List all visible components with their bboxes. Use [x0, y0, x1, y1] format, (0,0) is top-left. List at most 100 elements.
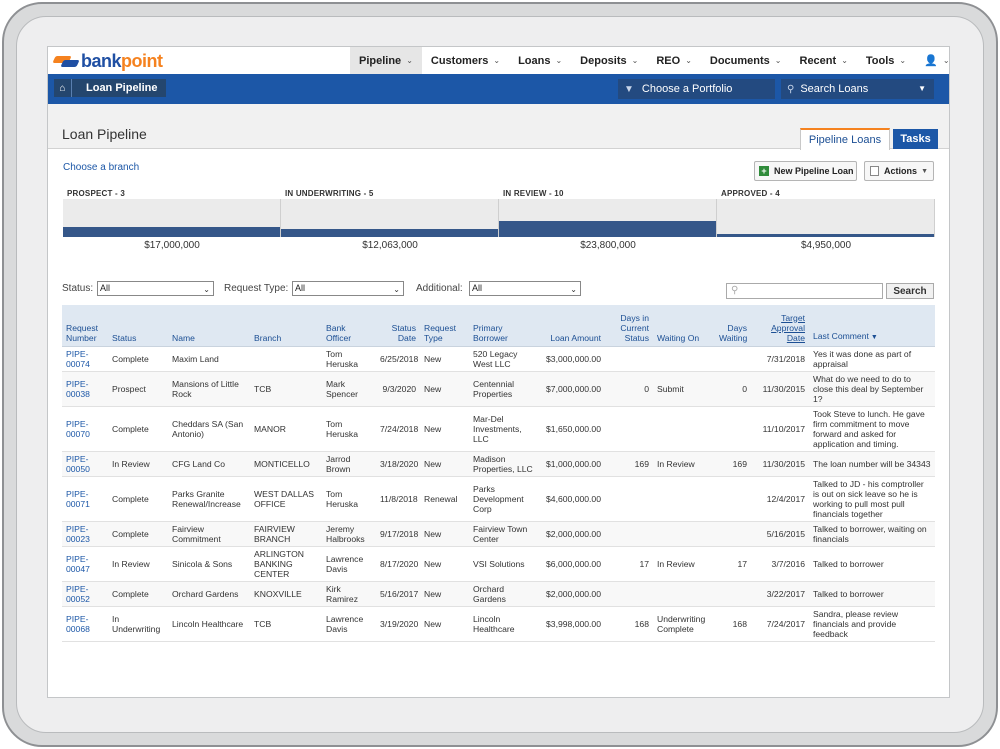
search-loans-box[interactable]: ⚲ Search Loans ▼ — [781, 79, 934, 99]
table-row[interactable]: PIPE-00050 In Review CFG Land Co MONTICELLO… — [62, 451, 935, 477]
table-cell: Sandra, please review financials and pro… — [809, 606, 935, 642]
table-cell: Complete — [108, 581, 168, 607]
bankpoint-logo[interactable]: bankpoint — [52, 51, 163, 71]
stage-column[interactable]: APPROVED - 4 $4,950,000 — [717, 188, 935, 252]
stage-column[interactable]: IN UNDERWRITING - 5 $12,063,000 — [281, 188, 499, 252]
chevron-down-icon: ▼ — [921, 168, 928, 175]
new-pipeline-loan-button[interactable]: + New Pipeline Loan — [754, 161, 857, 181]
request-number-link[interactable]: PIPE-00052 — [62, 581, 108, 607]
column-header[interactable]: Last Comment ▼ — [809, 305, 935, 347]
request-number-link[interactable]: PIPE-00070 — [62, 406, 108, 452]
table-cell: KNOXVILLE — [250, 581, 322, 607]
column-header[interactable]: Days in Current Status — [605, 305, 653, 347]
menu-item[interactable]: Documents ⌄ — [701, 47, 791, 74]
column-header[interactable]: Request Number — [62, 305, 108, 347]
menu-item[interactable]: Customers ⌄ — [422, 47, 509, 74]
chevron-down-icon: ⌄ — [493, 56, 501, 65]
table-cell: $7,000,000.00 — [541, 371, 605, 407]
table-cell: 9/17/2018 — [376, 521, 420, 547]
menu-item[interactable]: REO ⌄ — [647, 47, 701, 74]
table-row[interactable]: PIPE-00052 Complete Orchard Gardens KNOXVIL… — [62, 581, 935, 607]
menu-item-label: Documents — [709, 54, 770, 67]
table-row[interactable]: PIPE-00038 Prospect Mansions of Little Roc… — [62, 371, 935, 407]
column-header[interactable]: Name — [168, 305, 250, 347]
table-cell: Tom Heruska — [322, 476, 376, 522]
menu-item[interactable]: Tools ⌄ — [857, 47, 915, 74]
request-number-link[interactable]: PIPE-00074 — [62, 346, 108, 372]
table-cell — [715, 521, 751, 547]
table-cell: 7/24/2018 — [376, 406, 420, 452]
request-number-link[interactable]: PIPE-00050 — [62, 451, 108, 477]
table-cell — [715, 346, 751, 372]
table-cell: In Review — [108, 546, 168, 582]
table-cell: $1,650,000.00 — [541, 406, 605, 452]
menu-item-label: REO — [656, 54, 681, 67]
stage-column[interactable]: PROSPECT - 3 $17,000,000 — [63, 188, 281, 252]
sort-desc-icon[interactable]: ▼ — [871, 334, 878, 341]
request-number-link[interactable]: PIPE-00023 — [62, 521, 108, 547]
column-header[interactable]: Waiting On — [653, 305, 715, 347]
column-header[interactable]: Status Date — [376, 305, 420, 347]
stage-bar — [499, 199, 717, 237]
menu-item[interactable]: Pipeline ⌄ — [350, 47, 422, 74]
request-number-link[interactable]: PIPE-00038 — [62, 371, 108, 407]
request-number-link[interactable]: PIPE-00071 — [62, 476, 108, 522]
menu-item[interactable]: Recent ⌄ — [791, 47, 857, 74]
menu-item[interactable]: 👤 ⌄ — [915, 47, 949, 74]
table-cell — [653, 346, 715, 372]
table-row[interactable]: PIPE-00071 Complete Parks Granite Renewal/… — [62, 476, 935, 522]
table-row[interactable]: PIPE-00068 In Underwriting Lincoln Healthc… — [62, 606, 935, 642]
table-cell: 520 Legacy West LLC — [469, 346, 541, 372]
table-cell: Took Steve to lunch. He gave firm commit… — [809, 406, 935, 452]
additional-select[interactable]: All ⌄ — [469, 281, 581, 296]
chevron-down-icon: ⌄ — [685, 56, 692, 65]
tab-pipeline-loans[interactable]: Pipeline Loans — [800, 128, 890, 150]
stage-label: IN REVIEW - 10 — [503, 189, 564, 198]
table-cell: In Review — [653, 451, 715, 477]
column-header[interactable]: Branch — [250, 305, 322, 347]
status-select[interactable]: All ⌄ — [97, 281, 214, 296]
column-header[interactable]: Status — [108, 305, 168, 347]
request-type-select[interactable]: All ⌄ — [292, 281, 404, 296]
filter-icon: ▼ — [624, 83, 634, 95]
table-cell: 7/31/2018 — [751, 346, 809, 372]
column-header[interactable]: Primary Borrower — [469, 305, 541, 347]
column-header[interactable]: Loan Amount — [541, 305, 605, 347]
tab-tasks[interactable]: Tasks — [893, 129, 938, 149]
table-search-input[interactable]: ⚲ — [726, 283, 883, 299]
stage-column[interactable]: IN REVIEW - 10 $23,800,000 — [499, 188, 717, 252]
portfolio-selector[interactable]: ▼ Choose a Portfolio — [618, 79, 775, 99]
page-title: Loan Pipeline — [62, 126, 147, 142]
table-cell: Talked to borrower, waiting on financial… — [809, 521, 935, 547]
choose-branch-link[interactable]: Choose a branch — [63, 162, 139, 173]
table-cell: Underwriting Complete — [653, 606, 715, 642]
table-cell: Orchard Gardens — [469, 581, 541, 607]
column-header[interactable]: Target Approval Date — [751, 305, 809, 347]
request-number-link[interactable]: PIPE-00068 — [62, 606, 108, 642]
table-cell: 11/30/2015 — [751, 371, 809, 407]
table-row[interactable]: PIPE-00070 Complete Cheddars SA (San Anton… — [62, 406, 935, 452]
table-cell: New — [420, 451, 469, 477]
column-header[interactable]: Request Type — [420, 305, 469, 347]
request-number-link[interactable]: PIPE-00047 — [62, 546, 108, 582]
home-icon[interactable]: ⌂ — [54, 79, 72, 97]
portfolio-label: Choose a Portfolio — [641, 83, 733, 95]
table-cell — [605, 581, 653, 607]
table-row[interactable]: PIPE-00023 Complete Fairview Commitment FAI… — [62, 521, 935, 547]
table-cell: TCB — [250, 606, 322, 642]
breadcrumb-current[interactable]: Loan Pipeline — [72, 79, 166, 97]
table-cell: Complete — [108, 346, 168, 372]
search-button[interactable]: Search — [886, 283, 934, 299]
table-row[interactable]: PIPE-00074 Complete Maxim Land Tom Heruska 6… — [62, 346, 935, 372]
top-nav: bankpoint Pipeline ⌄ Customers ⌄ Loans ⌄ Depos… — [48, 47, 949, 74]
pipeline-stages: PROSPECT - 3 $17,000,000 IN UNDERWRITING -… — [63, 188, 935, 252]
chevron-down-icon: ▼ — [918, 84, 926, 93]
menu-item[interactable]: Loans ⌄ — [509, 47, 571, 74]
table-cell: Talked to JD - his comptroller is out on… — [809, 476, 935, 522]
actions-button[interactable]: Actions ▼ — [864, 161, 934, 181]
column-header[interactable]: Bank Officer — [322, 305, 376, 347]
column-header[interactable]: Days Waiting — [715, 305, 751, 347]
table-cell: ARLINGTON BANKING CENTER — [250, 546, 322, 582]
table-row[interactable]: PIPE-00047 In Review Sinicola & Sons ARLING… — [62, 546, 935, 582]
menu-item[interactable]: Deposits ⌄ — [571, 47, 647, 74]
